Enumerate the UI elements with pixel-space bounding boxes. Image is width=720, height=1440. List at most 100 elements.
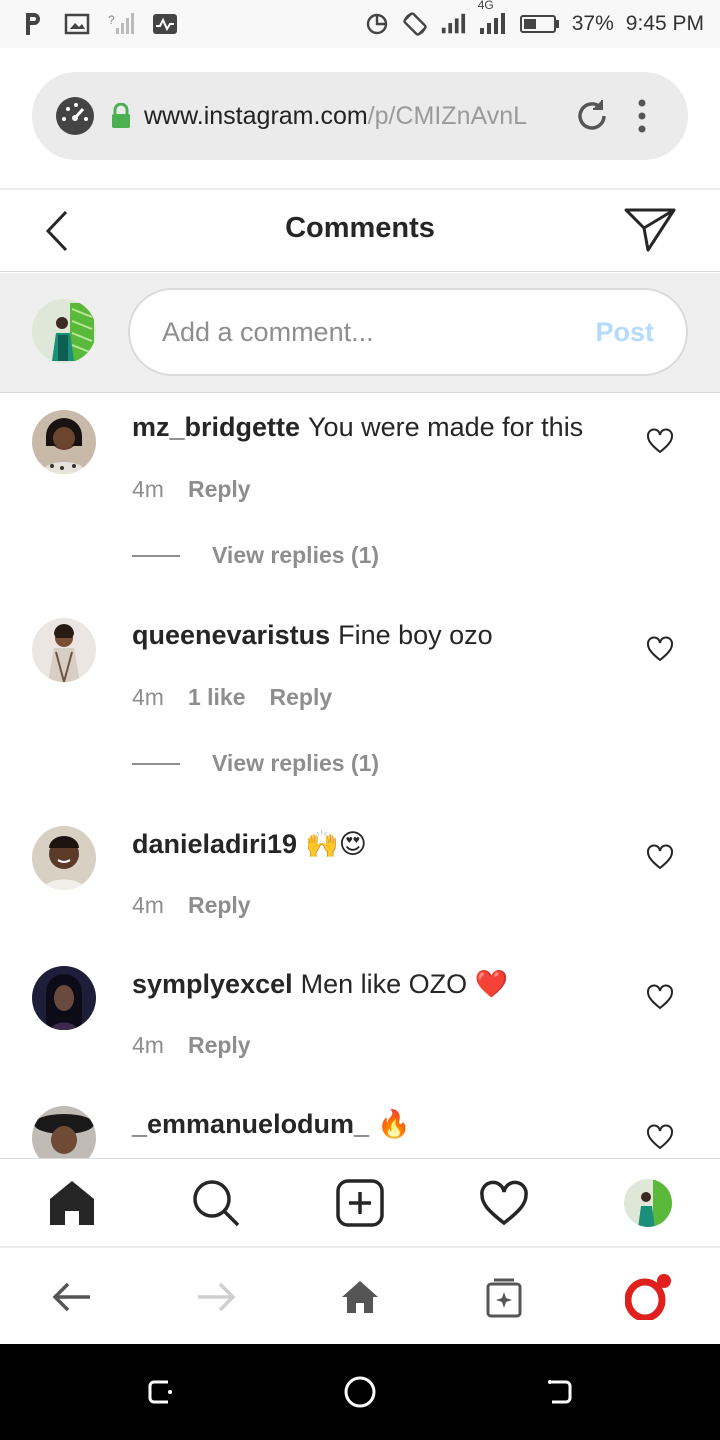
nav-search[interactable] [190, 1177, 242, 1229]
reply-button[interactable]: Reply [270, 684, 333, 711]
heart-icon [647, 984, 673, 1010]
status-left-icons: ? [20, 11, 178, 37]
comment-meta: 4m Reply [132, 1032, 251, 1059]
comment-username[interactable]: queenevaristus [132, 620, 330, 650]
comment-text: mz_bridgette You were made for this [132, 412, 583, 443]
url-field[interactable]: www.instagram.com/p/CMIZnAvnL [32, 72, 688, 160]
list-item: symplyexcel Men like OZO ❤️ 4m Reply [0, 950, 720, 1090]
like-comment-button[interactable] [646, 636, 674, 662]
view-replies-button[interactable]: View replies (1) [132, 750, 379, 777]
comment-placeholder: Add a comment... [162, 316, 374, 347]
avatar [32, 299, 96, 363]
comment-body: 🔥 [377, 1109, 411, 1139]
list-item: queenevaristus Fine boy ozo 4m 1 like Rep… [0, 602, 720, 810]
nav-profile[interactable] [622, 1177, 674, 1229]
heart-icon [647, 636, 673, 662]
url-host: www.instagram.com [144, 101, 368, 130]
like-comment-button[interactable] [646, 428, 674, 454]
nav-new-post[interactable] [334, 1177, 386, 1229]
comments-header: Comments [0, 188, 720, 272]
android-nav-bar [0, 1344, 720, 1440]
image-icon [64, 11, 90, 37]
comment-username[interactable]: _emmanuelodum_ [132, 1109, 369, 1139]
avatar[interactable] [32, 966, 96, 1030]
heart-icon [647, 1124, 673, 1150]
recents-icon [148, 1380, 172, 1404]
post-button[interactable]: Post [595, 317, 654, 348]
add-comment-row: Add a comment... Post [0, 273, 720, 393]
tabs-icon [486, 1278, 522, 1318]
reply-button[interactable]: Reply [188, 1032, 251, 1059]
list-item: mz_bridgette You were made for this 4m Re… [0, 394, 720, 602]
comment-input[interactable]: Add a comment... Post [128, 288, 688, 376]
status-right: 4G 37% 9:45 PM [364, 0, 704, 37]
comment-body: Fine boy ozo [338, 620, 493, 650]
comment-body: 🙌😍 [305, 829, 367, 859]
avatar[interactable] [32, 1106, 96, 1158]
comment-body: Men like OZO ❤️ [300, 969, 509, 999]
comment-text: _emmanuelodum_ 🔥 [132, 1108, 411, 1140]
heart-icon [647, 428, 673, 454]
avatar[interactable] [32, 618, 96, 682]
avatar[interactable] [32, 826, 96, 890]
browser-back-button[interactable] [49, 1274, 95, 1320]
back-icon [548, 1380, 572, 1404]
opera-menu-button[interactable] [625, 1274, 671, 1320]
signal-icon [440, 11, 466, 37]
browser-forward-button[interactable] [193, 1274, 239, 1320]
comment-username[interactable]: danieladiri19 [132, 829, 297, 859]
heart-icon [480, 1180, 528, 1226]
comment-meta: 4m Reply [132, 476, 251, 503]
comment-time: 4m [132, 1032, 164, 1058]
overflow-menu-icon[interactable] [632, 96, 652, 136]
comment-text: queenevaristus Fine boy ozo [132, 620, 493, 651]
heart-icon [647, 844, 673, 870]
view-replies-button[interactable]: View replies (1) [132, 542, 379, 569]
reload-icon[interactable] [572, 96, 612, 136]
comments-list[interactable]: mz_bridgette You were made for this 4m Re… [0, 394, 720, 1158]
comment-text: symplyexcel Men like OZO ❤️ [132, 968, 508, 1000]
like-comment-button[interactable] [646, 1124, 674, 1150]
home-icon [342, 1281, 378, 1313]
lock-icon [110, 103, 132, 129]
page-title: Comments [285, 212, 435, 244]
comment-username[interactable]: mz_bridgette [132, 412, 300, 442]
reply-button[interactable]: Reply [188, 476, 251, 503]
profile-avatar-icon [624, 1179, 672, 1227]
share-button[interactable] [624, 206, 676, 254]
send-icon [624, 208, 676, 252]
browser-home-button[interactable] [337, 1274, 383, 1320]
network-type: 4G [477, 0, 494, 12]
speed-dial-icon[interactable] [54, 95, 96, 137]
nav-activity[interactable] [478, 1177, 530, 1229]
comment-time: 4m [132, 476, 164, 502]
data-saver-icon [364, 11, 390, 37]
recents-button[interactable] [142, 1374, 178, 1410]
like-comment-button[interactable] [646, 984, 674, 1010]
comment-username[interactable]: symplyexcel [132, 969, 293, 999]
avatar[interactable] [32, 410, 96, 474]
instagram-bottom-nav [0, 1158, 720, 1248]
comment-body: You were made for this [308, 412, 584, 442]
opera-logo-icon [625, 1274, 671, 1320]
back-button[interactable] [542, 1374, 578, 1410]
url-text[interactable]: www.instagram.com/p/CMIZnAvnL [144, 102, 554, 131]
comment-meta: 4m 1 like Reply [132, 684, 332, 711]
rotation-icon [402, 11, 428, 37]
browser-tabs-button[interactable] [481, 1274, 527, 1320]
home-button[interactable] [342, 1374, 378, 1410]
comment-time: 4m [132, 892, 164, 918]
search-icon [193, 1180, 240, 1227]
comment-text: danieladiri19 🙌😍 [132, 828, 367, 860]
battery-icon [519, 11, 560, 37]
arrow-left-icon [52, 1282, 90, 1312]
add-post-icon [336, 1179, 384, 1227]
nav-home[interactable] [46, 1177, 98, 1229]
arrow-right-icon [198, 1282, 236, 1312]
like-comment-button[interactable] [646, 844, 674, 870]
clock: 9:45 PM [625, 12, 704, 35]
reply-button[interactable]: Reply [188, 892, 251, 919]
likes-count[interactable]: 1 like [188, 684, 246, 711]
view-replies-label: View replies (1) [212, 542, 380, 568]
signal-4g-icon: 4G [478, 0, 508, 36]
